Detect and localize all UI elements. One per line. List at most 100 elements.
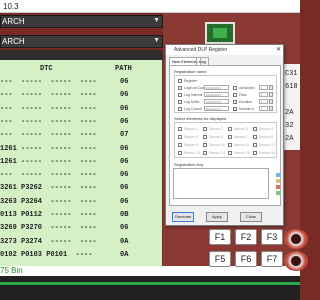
dtc-codes: 3263 P3264 ----- ---- xyxy=(0,197,97,206)
option-checkbox[interactable] xyxy=(233,86,237,90)
sensor-label: Sensor 5 xyxy=(184,135,199,139)
sensor-checkbox[interactable] xyxy=(203,127,207,131)
sensor-label: Sensor 10 xyxy=(209,143,225,147)
sensor-label: Sensor 16 xyxy=(259,151,275,155)
table-row[interactable]: 3269 P3270 ----- ---- 06 xyxy=(0,224,162,234)
refresh-icon[interactable] xyxy=(276,191,280,195)
field-checkbox[interactable] xyxy=(178,107,182,111)
fkey-button[interactable]: F2 xyxy=(235,229,257,245)
field-input[interactable]: 01/01/2013 xyxy=(204,85,229,90)
elements-fieldset: Sensor 1 Sensor 2 Sensor 3 Sensor 4 Sensor 5… xyxy=(174,122,277,158)
dtc-codes: 3261 P3262 ----- ---- xyxy=(0,184,97,193)
dtc-codes: --- ----- ----- ---- xyxy=(0,91,97,100)
add-icon[interactable] xyxy=(276,173,280,177)
sensor-checkbox[interactable] xyxy=(253,127,257,131)
search-combo-2[interactable]: ARCH ▼ xyxy=(0,35,163,48)
table-row[interactable]: 0102 P0103 P0101 ---- 0A xyxy=(0,251,162,261)
card-line: 2A xyxy=(285,109,294,117)
fkey-button[interactable]: F1 xyxy=(209,229,231,245)
sensor-checkbox[interactable] xyxy=(253,135,257,139)
option-label: Advanced xyxy=(239,86,255,90)
dtc-codes: --- ----- ----- ---- xyxy=(0,131,97,140)
sensor-checkbox[interactable] xyxy=(178,127,182,131)
sensor-checkbox[interactable] xyxy=(178,151,182,155)
sensor-label: Sensor 3 xyxy=(234,127,249,131)
table-row[interactable]: 1261 ----- ----- ---- 06 xyxy=(0,145,162,155)
dtc-path: 06 xyxy=(120,184,129,193)
sensor-checkbox[interactable] xyxy=(228,143,232,147)
dtc-path: 06 xyxy=(120,117,129,126)
tab-log[interactable]: Log xyxy=(196,57,209,65)
spinner-button[interactable] xyxy=(269,106,273,111)
card-line: 618 xyxy=(285,83,298,91)
table-row[interactable]: 3273 P3274 ----- ---- 0A xyxy=(0,238,162,248)
table-row[interactable]: --- ----- ----- ---- 06 xyxy=(0,78,162,88)
field-checkbox[interactable] xyxy=(178,86,182,90)
sensor-checkbox[interactable] xyxy=(228,127,232,131)
fkey-button[interactable]: F3 xyxy=(261,229,283,245)
sensor-checkbox[interactable] xyxy=(253,151,257,155)
table-row[interactable]: 3261 P3262 ----- ---- 06 xyxy=(0,184,162,194)
register-checkbox[interactable] xyxy=(178,79,182,83)
sensor-checkbox[interactable] xyxy=(228,135,232,139)
option-checkbox[interactable] xyxy=(233,107,237,111)
sensor-checkbox[interactable] xyxy=(178,135,182,139)
chevron-down-icon[interactable]: ▼ xyxy=(153,37,160,44)
option-input[interactable]: 1 xyxy=(259,106,268,111)
dtc-codes: --- ----- ----- ---- xyxy=(0,104,97,113)
table-row[interactable]: --- ----- ----- ---- 06 xyxy=(0,105,162,115)
sensor-label: Sensor 15 xyxy=(234,151,250,155)
field-input[interactable]: 01/01/2013 xyxy=(204,99,229,104)
sensor-checkbox[interactable] xyxy=(203,135,207,139)
dtc-table-header: DTC PATH xyxy=(0,65,162,74)
delete-icon[interactable] xyxy=(276,185,280,189)
edit-icon[interactable] xyxy=(276,179,280,183)
fkey-button[interactable]: F7 xyxy=(261,251,283,267)
registration-key-list[interactable] xyxy=(173,168,269,199)
option-input[interactable]: 1 xyxy=(259,85,268,90)
sensor-checkbox[interactable] xyxy=(203,151,207,155)
chevron-down-icon[interactable]: ▼ xyxy=(153,17,160,24)
dtc-codes: 0113 P0112 ----- ---- xyxy=(0,211,97,219)
close-button[interactable]: Close xyxy=(240,212,262,222)
spinner-button[interactable] xyxy=(269,85,273,90)
sensor-label: Sensor 9 xyxy=(184,143,199,147)
toolbar-strip xyxy=(0,50,163,60)
sensor-label: Sensor 2 xyxy=(209,127,224,131)
table-row[interactable]: --- ----- ----- ---- 06 xyxy=(0,171,162,181)
dialog-title: Advanced DLP Register xyxy=(174,47,228,53)
sensor-checkbox[interactable] xyxy=(178,143,182,147)
status-text: 75 Bin xyxy=(0,266,23,275)
sensor-checkbox[interactable] xyxy=(228,151,232,155)
field-checkbox[interactable] xyxy=(178,93,182,97)
sensor-label: Sensor 6 xyxy=(209,135,224,139)
option-label: Module to xyxy=(239,107,255,111)
option-checkbox[interactable] xyxy=(233,93,237,97)
sensor-checkbox[interactable] xyxy=(203,143,207,147)
apply-button[interactable]: Apply xyxy=(206,212,228,222)
spinner-button[interactable] xyxy=(269,99,273,104)
table-row[interactable]: 0113 P0112 ----- ---- 0B xyxy=(0,211,162,221)
close-icon[interactable]: ✕ xyxy=(276,46,281,53)
table-row[interactable]: 1261 ----- ----- ---- 06 xyxy=(0,158,162,168)
dtc-codes: 1261 ----- ----- ---- xyxy=(0,157,97,166)
card-line: C31 xyxy=(285,70,298,78)
table-row[interactable]: 3263 P3264 ----- ---- 06 xyxy=(0,198,162,208)
fkey-button[interactable]: F6 xyxy=(235,251,257,267)
option-input[interactable]: 1 xyxy=(259,92,268,97)
generate-button[interactable]: Generate xyxy=(172,212,194,222)
search-combo-1[interactable]: ARCH ▼ xyxy=(0,15,163,28)
option-input[interactable]: 1 xyxy=(259,99,268,104)
table-row[interactable]: --- ----- ----- ---- 07 xyxy=(0,131,162,141)
spinner-button[interactable] xyxy=(269,92,273,97)
table-row[interactable]: --- ----- ----- ---- 06 xyxy=(0,91,162,101)
card-line: 32 xyxy=(285,122,294,130)
fkey-button[interactable]: F5 xyxy=(209,251,231,267)
field-input[interactable]: Registered xyxy=(204,106,229,111)
sensor-label: Sensor 14 xyxy=(209,151,225,155)
option-checkbox[interactable] xyxy=(233,100,237,104)
field-input[interactable]: 01/01/2013 xyxy=(204,92,229,97)
table-row[interactable]: --- ----- ----- ---- 06 xyxy=(0,118,162,128)
field-checkbox[interactable] xyxy=(178,100,182,104)
sensor-checkbox[interactable] xyxy=(253,143,257,147)
